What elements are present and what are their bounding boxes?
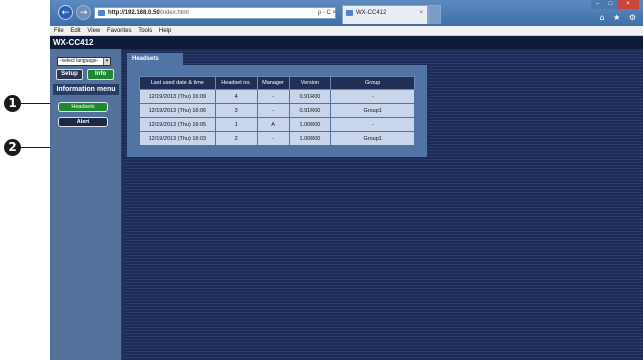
forward-arrow-icon[interactable]: → [76,5,91,20]
language-select[interactable]: -select language- ▾ [57,57,111,66]
table-cell: Group1 [330,131,415,146]
column-header: Headset no. [214,76,258,90]
column-header: Version [288,76,332,90]
information-menu-title: Information menu [53,84,119,95]
table-cell: 12/19/2013 (Thu) 16:05 [139,117,216,132]
menu-help[interactable]: Help [159,28,171,34]
tab-title: WX-CC412 [356,10,387,16]
headsets-panel-tab: Headsets [127,53,183,65]
chevron-down-icon: ▾ [103,58,110,65]
table-cell: 12/19/2013 (Thu) 16:03 [139,131,216,146]
callout-1: 1 [4,95,21,112]
browser-window: ← → http://192.168.0.50/index.html ρ - C… [50,0,643,360]
menu-view[interactable]: View [87,28,100,34]
maximize-icon[interactable]: □ [604,0,617,9]
window-controls: – □ × [591,0,639,9]
close-icon[interactable]: × [617,0,639,9]
callout-2: 2 [4,139,21,156]
minimize-icon[interactable]: – [591,0,604,9]
headsets-table-wrap: Last used date & time Headset no. Manage… [139,65,415,157]
table-cell: 2 [214,131,258,146]
table-row: 12/19/2013 (Thu) 16:05 1 A 1.00R00 - [139,117,415,132]
table-cell: 1.00R00 [288,131,332,146]
language-select-value: -select language- [60,58,99,64]
column-header: Last used date & time [139,76,216,90]
table-header-row: Last used date & time Headset no. Manage… [139,76,415,90]
menu-bar: File Edit View Favorites Tools Help [50,26,643,36]
table-cell: - [256,89,290,104]
table-cell: - [256,103,290,118]
table-cell: 1 [214,117,258,132]
sidebar: -select language- ▾ Setup Info Informati… [50,49,122,360]
table-row: 12/19/2013 (Thu) 16:03 2 - 1.00R00 Group… [139,131,415,146]
table-cell: 1.00R00 [288,117,332,132]
table-row: 12/19/2013 (Thu) 16:09 4 - 0.91R00 - [139,89,415,104]
table-row: 12/19/2013 (Thu) 16:06 3 - 0.91R00 Group… [139,103,415,118]
table-cell: 0.91R00 [288,89,332,104]
table-cell: 12/19/2013 (Thu) 16:06 [139,103,216,118]
headsets-button[interactable]: Headsets [58,102,108,112]
table-cell: 12/19/2013 (Thu) 16:09 [139,89,216,104]
back-arrow-icon[interactable]: ← [58,5,73,20]
table-cell: 0.91R00 [288,103,332,118]
new-tab-button[interactable] [428,5,441,24]
table-cell: 3 [214,103,258,118]
table-cell: Group1 [330,103,415,118]
menu-tools[interactable]: Tools [138,28,152,34]
table-cell: 4 [214,89,258,104]
tab-page-icon [346,10,353,16]
menu-file[interactable]: File [54,28,64,34]
setup-button[interactable]: Setup [56,69,83,80]
address-host: http://192.168.0.50 [108,10,160,16]
table-cell: - [256,131,290,146]
home-favorites-tools-icons[interactable]: ⌂ ★ ⚙ [599,13,639,22]
table-cell: - [330,89,415,104]
headsets-table: Last used date & time Headset no. Manage… [139,76,415,146]
page-icon [98,10,105,16]
column-header: Manager [256,76,290,90]
main-content: Headsets Last used date & time Headset n… [123,49,643,360]
table-cell: - [330,117,415,132]
menu-edit[interactable]: Edit [70,28,80,34]
address-path: /index.html [159,10,189,16]
menu-favorites[interactable]: Favorites [107,28,132,34]
browser-titlebar: ← → http://192.168.0.50/index.html ρ - C… [50,0,643,26]
tab-close-icon[interactable]: × [419,6,423,21]
headsets-panel: Last used date & time Headset no. Manage… [127,65,427,157]
address-actions[interactable]: ρ - C × [300,7,336,19]
alert-button[interactable]: Alert [58,117,108,127]
table-cell: A [256,117,290,132]
info-button[interactable]: Info [87,69,114,80]
column-header: Group [330,76,415,90]
app-title: WX-CC412 [50,36,643,49]
browser-tab[interactable]: WX-CC412 × [342,5,428,24]
